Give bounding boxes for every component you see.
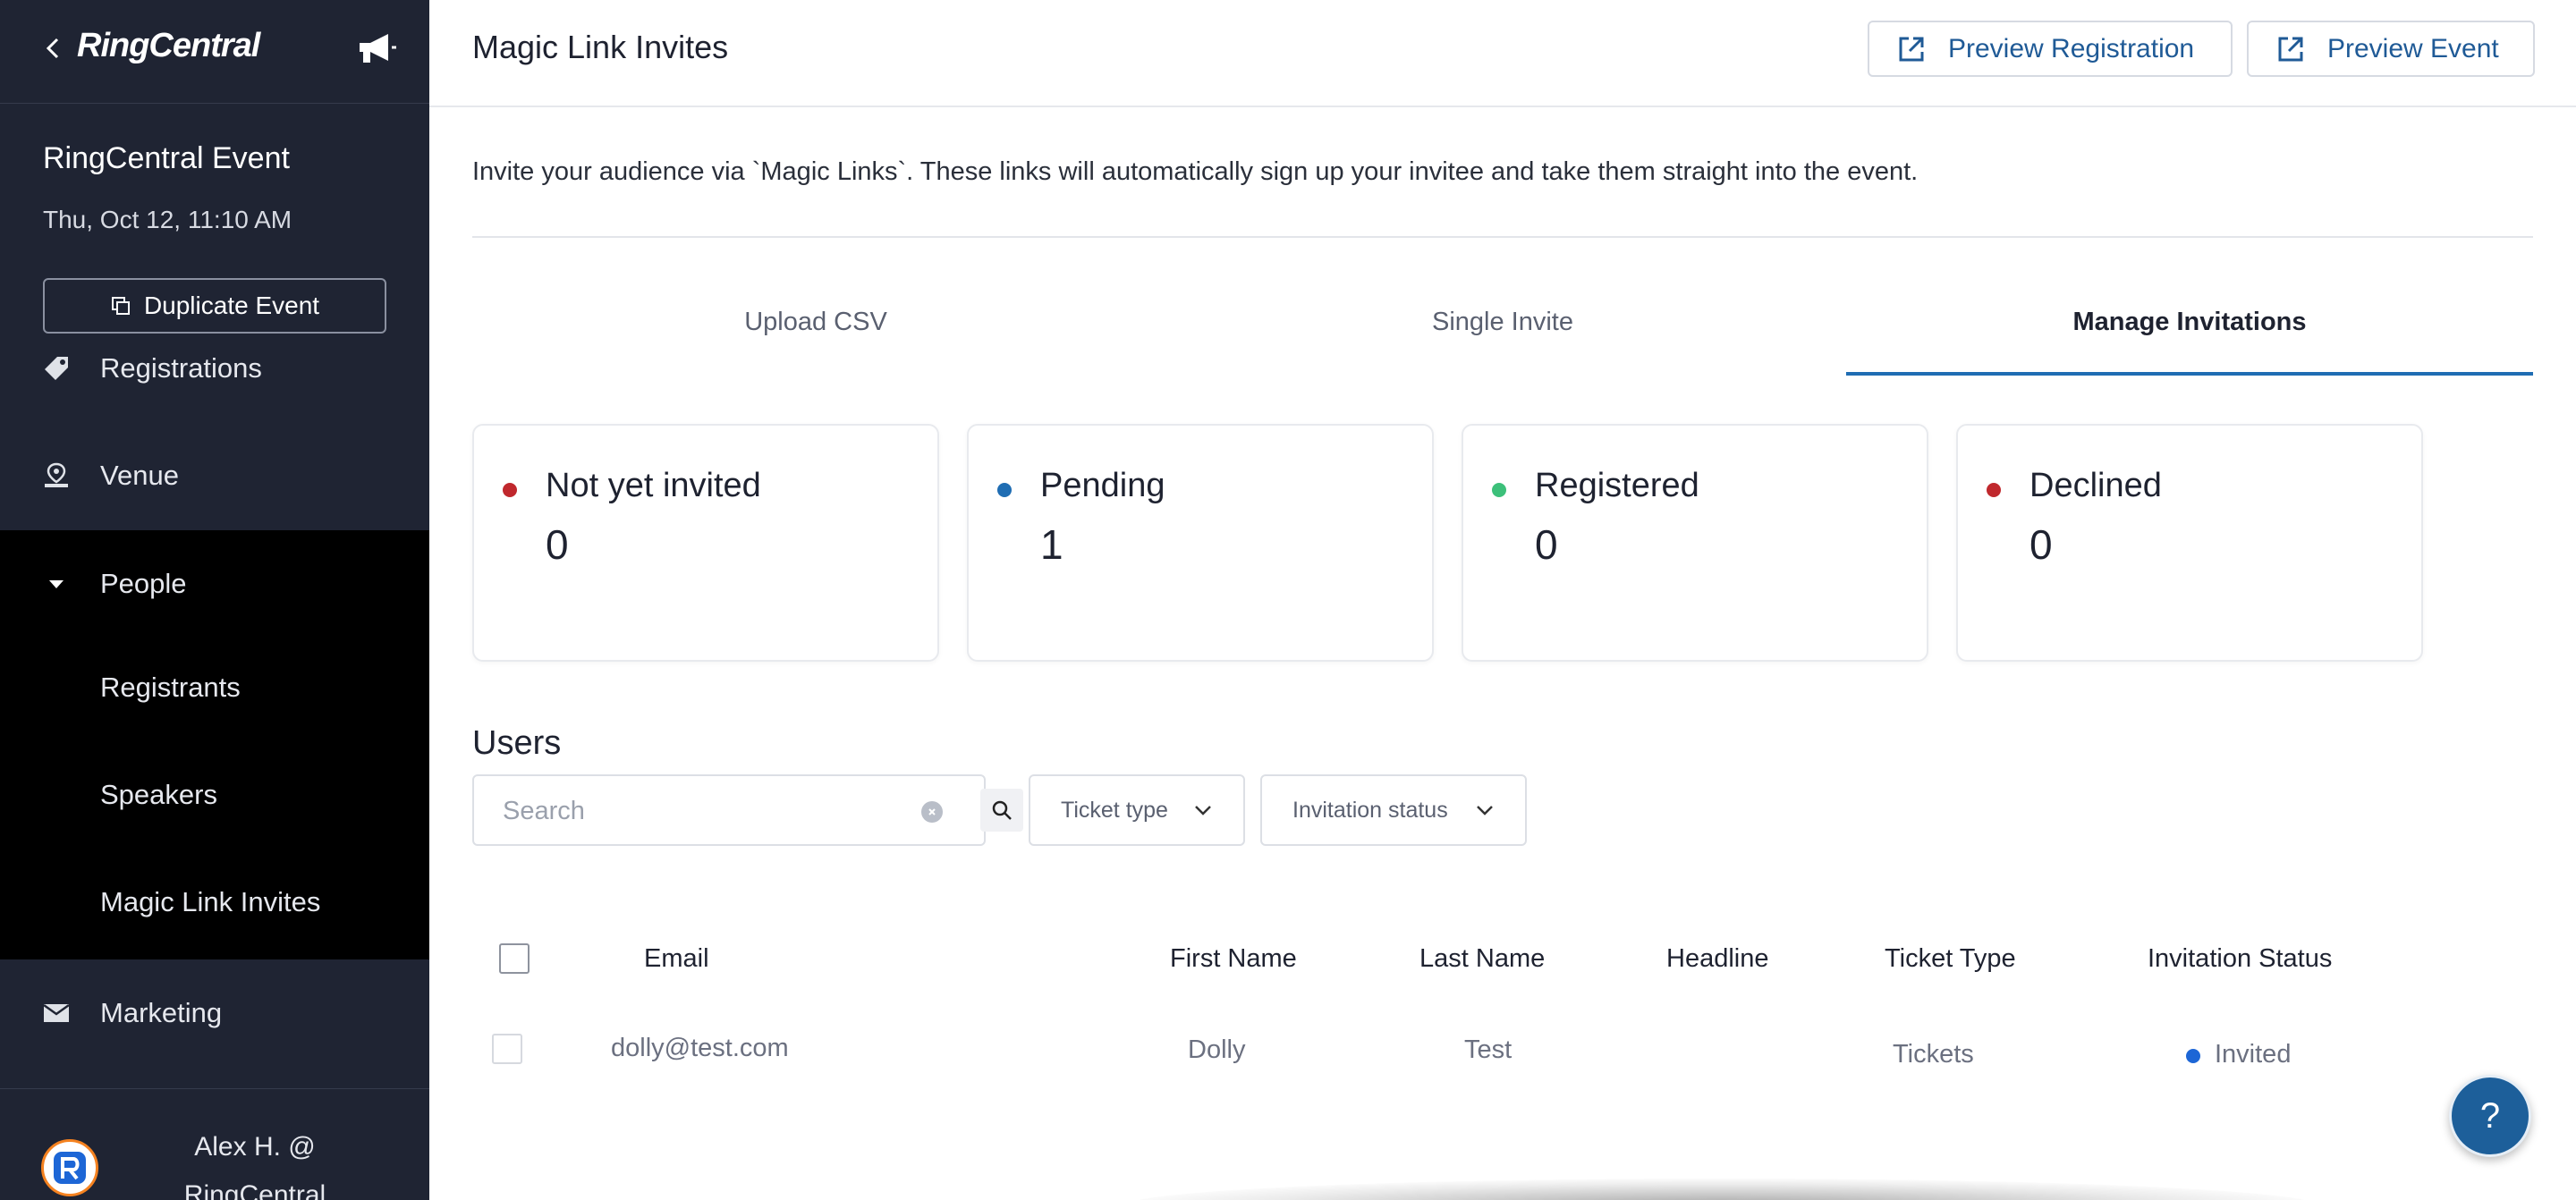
preview-registration-label: Preview Registration bbox=[1948, 33, 2195, 63]
stat-label: Pending bbox=[1040, 467, 1165, 504]
users-heading: Users bbox=[472, 724, 562, 762]
sidebar-item-label: People bbox=[100, 568, 187, 599]
sidebar-item-people[interactable]: People bbox=[0, 530, 429, 638]
sidebar-item-magic-link-invites[interactable]: Magic Link Invites bbox=[100, 886, 320, 918]
stat-value: 0 bbox=[2029, 521, 2053, 568]
stat-card-not-yet-invited: Not yet invited 0 bbox=[472, 424, 939, 662]
brand-logo: RingCentral bbox=[77, 27, 260, 64]
sidebar-item-registrations[interactable]: Registrations bbox=[0, 315, 429, 422]
status-dot bbox=[1492, 483, 1506, 497]
stat-card-pending: Pending 1 bbox=[967, 424, 1434, 662]
external-link-icon bbox=[2278, 37, 2303, 61]
search-input[interactable] bbox=[503, 792, 860, 830]
sidebar-header: RingCentral bbox=[0, 0, 429, 104]
preview-registration-button[interactable]: Preview Registration bbox=[1868, 21, 2233, 77]
top-bar: Magic Link Invites Preview Registration … bbox=[429, 0, 2576, 107]
column-header-first-name[interactable]: First Name bbox=[1170, 944, 1297, 974]
column-header-last-name[interactable]: Last Name bbox=[1419, 944, 1545, 974]
stat-card-registered: Registered 0 bbox=[1462, 424, 1928, 662]
status-dot bbox=[997, 483, 1012, 497]
copy-icon bbox=[111, 297, 130, 315]
event-title: RingCentral Event bbox=[43, 141, 290, 175]
search-button[interactable] bbox=[980, 789, 1023, 832]
stat-value: 0 bbox=[546, 521, 569, 568]
preview-event-button[interactable]: Preview Event bbox=[2247, 21, 2535, 77]
row-checkbox[interactable] bbox=[492, 1034, 522, 1064]
row-first-name: Dolly bbox=[1188, 1035, 1246, 1064]
column-header-email[interactable]: Email bbox=[644, 944, 709, 974]
help-button[interactable]: ? bbox=[2449, 1075, 2531, 1157]
tabs: Upload CSV Single Invite Manage Invitati… bbox=[472, 295, 2533, 376]
stat-label: Registered bbox=[1535, 467, 1699, 504]
megaphone-icon[interactable] bbox=[354, 29, 397, 68]
sidebar-item-speakers[interactable]: Speakers bbox=[100, 779, 217, 811]
row-invitation-status: Invited bbox=[2215, 1040, 2292, 1069]
row-email: dolly@test.com bbox=[611, 1034, 789, 1062]
stat-value: 1 bbox=[1040, 521, 1063, 568]
mail-icon bbox=[43, 1003, 70, 1022]
row-ticket-type: Tickets bbox=[1893, 1040, 1974, 1069]
user-name-line1: Alex H. @ bbox=[194, 1132, 316, 1162]
user-profile[interactable]: Alex H. @ RingCentral bbox=[0, 1088, 429, 1200]
dialog-shadow bbox=[1127, 1179, 2317, 1200]
column-header-invitation-status[interactable]: Invitation Status bbox=[2148, 944, 2332, 974]
chevron-down-icon bbox=[1195, 806, 1211, 815]
clear-search-icon[interactable] bbox=[921, 801, 943, 823]
tab-manage-invitations[interactable]: Manage Invitations bbox=[1846, 295, 2533, 376]
column-header-headline[interactable]: Headline bbox=[1666, 944, 1768, 974]
stat-label: Not yet invited bbox=[546, 467, 761, 504]
search-icon bbox=[992, 800, 1012, 820]
external-link-icon bbox=[1899, 37, 1924, 61]
intro-text: Invite your audience via `Magic Links`. … bbox=[472, 157, 1919, 186]
sidebar-item-marketing[interactable]: Marketing bbox=[0, 959, 429, 1067]
chevron-left-icon[interactable] bbox=[39, 30, 66, 66]
avatar bbox=[41, 1139, 98, 1196]
sidebar-item-registrants[interactable]: Registrants bbox=[100, 672, 241, 704]
invitation-status-filter-label: Invitation status bbox=[1292, 797, 1448, 823]
sidebar-item-label: Registrations bbox=[100, 352, 262, 384]
user-name: Alex H. @ RingCentral bbox=[134, 1123, 376, 1200]
search-box bbox=[472, 774, 1023, 846]
status-dot bbox=[1987, 483, 2001, 497]
status-dot bbox=[2186, 1049, 2200, 1063]
row-last-name: Test bbox=[1464, 1035, 1513, 1064]
stat-value: 0 bbox=[1535, 521, 1558, 568]
stat-card-declined: Declined 0 bbox=[1956, 424, 2423, 662]
ringcentral-logo-icon bbox=[54, 1152, 86, 1184]
sidebar: RingCentral RingCentral Event Thu, Oct 1… bbox=[0, 0, 429, 1200]
select-all-checkbox[interactable] bbox=[499, 943, 530, 974]
stat-label: Declined bbox=[2029, 467, 2162, 504]
event-date: Thu, Oct 12, 11:10 AM bbox=[43, 206, 292, 233]
location-pin-icon bbox=[45, 462, 68, 487]
sidebar-item-label: Marketing bbox=[100, 997, 223, 1028]
sidebar-item-label: Venue bbox=[100, 460, 179, 491]
tag-icon bbox=[45, 357, 68, 380]
ticket-type-filter[interactable]: Ticket type bbox=[1029, 774, 1245, 846]
sidebar-item-venue[interactable]: Venue bbox=[0, 422, 429, 529]
tab-single-invite[interactable]: Single Invite bbox=[1159, 295, 1846, 376]
preview-event-label: Preview Event bbox=[2327, 33, 2499, 63]
user-name-line2: RingCentral bbox=[183, 1180, 326, 1200]
status-dot bbox=[503, 483, 517, 497]
page-title: Magic Link Invites bbox=[472, 29, 729, 65]
divider bbox=[472, 236, 2533, 238]
column-header-ticket-type[interactable]: Ticket Type bbox=[1885, 944, 2016, 974]
main-content: Magic Link Invites Preview Registration … bbox=[429, 0, 2576, 1200]
caret-down-icon bbox=[49, 580, 64, 588]
sidebar-people-section: People Registrants Speakers Magic Link I… bbox=[0, 530, 429, 959]
chevron-down-icon bbox=[1477, 806, 1493, 815]
tab-upload-csv[interactable]: Upload CSV bbox=[472, 295, 1159, 376]
ticket-type-filter-label: Ticket type bbox=[1061, 797, 1168, 823]
invitation-status-filter[interactable]: Invitation status bbox=[1260, 774, 1527, 846]
